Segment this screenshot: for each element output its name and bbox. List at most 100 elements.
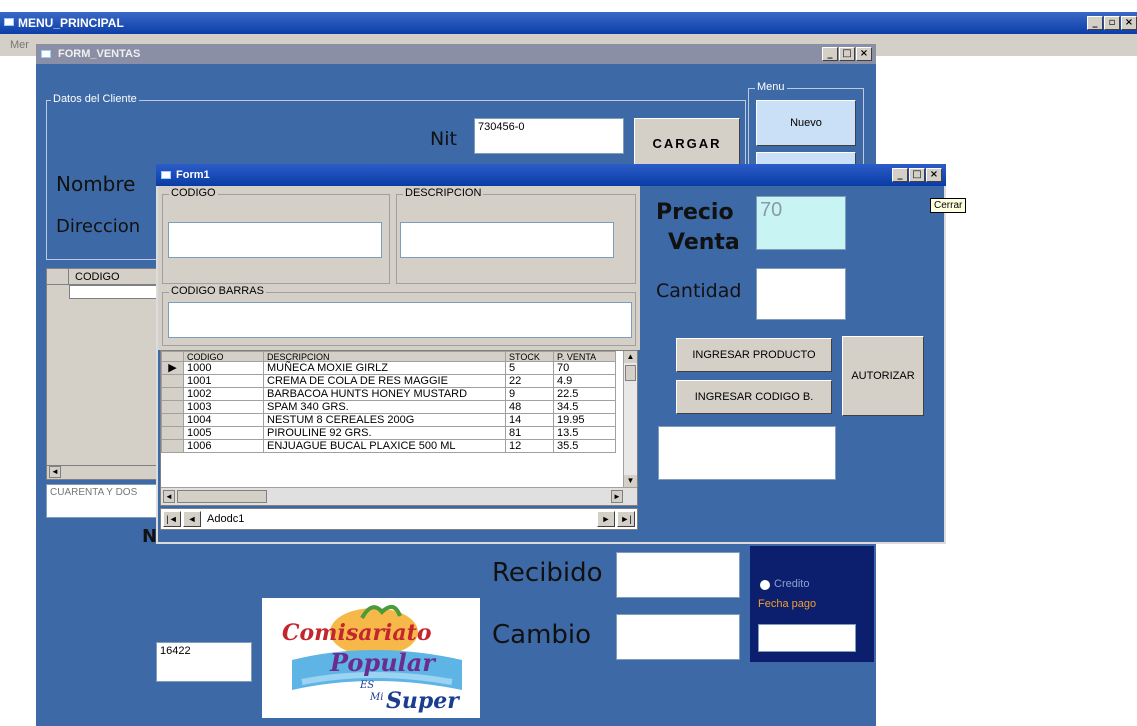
grid-cell[interactable]: 1005 [183,426,264,440]
grid-cell[interactable]: MUÑECA MOXIE GIRLZ [263,361,506,375]
h-scroll-thumb[interactable] [177,490,267,503]
scroll-up-icon[interactable]: ▲ [624,351,637,363]
row-selector[interactable] [161,439,184,453]
ingresar-producto-button[interactable]: INGRESAR PRODUCTO [676,338,832,372]
close-icon[interactable]: × [926,168,942,182]
codigo-barras-input[interactable] [168,302,632,338]
table-row[interactable]: ▶ 1000 MUÑECA MOXIE GIRLZ 5 70 [161,361,616,375]
precio-venta-input[interactable]: 70 [756,196,846,250]
row-selector[interactable] [161,400,184,414]
row-selector[interactable] [161,413,184,427]
grid-cell[interactable]: 48 [505,400,554,414]
grid-cell[interactable]: 22.5 [553,387,616,401]
form1-controls: _ □ × [892,168,942,182]
ingresar-codigo-button[interactable]: INGRESAR CODIGO B. [676,380,832,414]
grid-cell[interactable]: CREMA DE COLA DE RES MAGGIE [263,374,506,388]
menu-item[interactable]: Mer [10,39,29,51]
total-field[interactable]: 16422 [156,642,252,682]
table-row[interactable]: 1005 PIROULINE 92 GRS. 81 13.5 [161,426,616,440]
form1-title-bar[interactable]: Form1 _ □ × [156,164,946,186]
fecha-pago-input[interactable] [758,624,856,652]
productos-grid[interactable]: CODIGO DESCRIPCION STOCK P. VENTA ▶ 1000 M… [160,350,638,506]
first-record-icon[interactable]: |◄ [163,511,181,527]
credito-label[interactable]: Credito [774,578,809,590]
comisariato-logo: Comisariato Popular ES Mi Super [262,598,480,718]
grid-cell[interactable]: NESTUM 8 CEREALES 200G [263,413,506,427]
restore-icon[interactable]: ▫ [1104,16,1120,30]
current-row-indicator-icon[interactable]: ▶ [161,361,184,375]
grid-cell[interactable]: 34.5 [553,400,616,414]
grid-cell[interactable]: 1006 [183,439,264,453]
grid-cell[interactable]: 12 [505,439,554,453]
scroll-down-icon[interactable]: ▼ [624,475,637,487]
row-selector[interactable] [161,374,184,388]
close-icon[interactable]: × [856,47,872,61]
table-row[interactable]: 1003 SPAM 340 GRS. 48 34.5 [161,400,616,414]
recibido-input[interactable] [616,552,740,598]
grid-cell[interactable]: BARBACOA HUNTS HONEY MUSTARD [263,387,506,401]
minimize-icon[interactable]: _ [1087,16,1103,30]
form-ventas-title-bar[interactable]: FORM_VENTAS _ □ × [36,44,876,64]
maximize-icon[interactable]: □ [909,168,925,182]
grid-cell[interactable]: 4.9 [553,374,616,388]
cargar-button[interactable]: CARGAR [634,118,740,168]
table-row[interactable]: 1006 ENJUAGUE BUCAL PLAXICE 500 ML 12 35.5 [161,439,616,453]
last-record-icon[interactable]: ►| [617,511,635,527]
form1-icon [161,171,171,179]
scroll-left-icon[interactable]: ◄ [163,490,175,503]
grid-cell[interactable]: 1004 [183,413,264,427]
main-window-title: MENU_PRINCIPAL [18,16,124,30]
form-ventas-controls: _ □ × [822,47,872,61]
cantidad-letras-field[interactable]: CUARENTA Y DOS [46,484,158,518]
grid-cell[interactable]: 13.5 [553,426,616,440]
grid-cell[interactable]: 1003 [183,400,264,414]
nuevo-button[interactable]: Nuevo [756,100,856,146]
cantidad-input[interactable] [756,268,846,320]
detalle-h-scrollbar[interactable]: ◄ [47,465,159,479]
grid-cell[interactable]: 1001 [183,374,264,388]
grid-header-descripcion: DESCRIPCION [263,351,506,362]
descripcion-frame-label: DESCRIPCION [403,187,484,199]
grid-cell[interactable]: 70 [553,361,616,375]
grid-cell[interactable]: 1002 [183,387,264,401]
main-title-bar[interactable]: MENU_PRINCIPAL _ ▫ × [0,12,1137,34]
table-row[interactable]: 1004 NESTUM 8 CEREALES 200G 14 19.95 [161,413,616,427]
row-selector[interactable] [161,387,184,401]
maximize-icon[interactable]: □ [839,47,855,61]
grid-cell[interactable]: 81 [505,426,554,440]
grid-h-scrollbar[interactable]: ◄ ► [161,487,637,505]
row-selector[interactable] [161,426,184,440]
grid-cell[interactable]: 9 [505,387,554,401]
minimize-icon[interactable]: _ [822,47,838,61]
grid-v-scrollbar[interactable]: ▲ ▼ [623,351,637,487]
form-icon [41,50,51,58]
nit-input[interactable]: 730456-0 [474,118,624,154]
autorizar-button[interactable]: AUTORIZAR [842,336,924,416]
scroll-right-icon[interactable]: ► [611,490,623,503]
grid-cell[interactable]: 5 [505,361,554,375]
scroll-left-icon[interactable]: ◄ [49,466,61,478]
descripcion-input[interactable] [400,222,614,258]
table-row[interactable]: 1001 CREMA DE COLA DE RES MAGGIE 22 4.9 [161,374,616,388]
tooltip: Cerrar [930,198,967,213]
grid-cell[interactable]: 19.95 [553,413,616,427]
prev-record-icon[interactable]: ◄ [183,511,201,527]
scroll-thumb[interactable] [625,365,636,381]
grid-cell[interactable]: ENJUAGUE BUCAL PLAXICE 500 ML [263,439,506,453]
codigo-input[interactable] [168,222,382,258]
next-record-icon[interactable]: ► [597,511,615,527]
grid-cell[interactable]: 35.5 [553,439,616,453]
close-icon[interactable]: × [1121,16,1137,30]
grid-cell[interactable]: 1000 [183,361,264,375]
grid-cell[interactable]: PIROULINE 92 GRS. [263,426,506,440]
cambio-input[interactable] [616,614,740,660]
grid-cell[interactable]: 14 [505,413,554,427]
grid-cell[interactable]: SPAM 340 GRS. [263,400,506,414]
form1-notes-box[interactable] [658,426,836,480]
detalle-new-row[interactable] [69,285,159,299]
grid-cell[interactable]: 22 [505,374,554,388]
credito-radio-icon[interactable] [760,580,770,590]
detalle-grid[interactable]: CODIGO ◄ [46,268,159,480]
table-row[interactable]: 1002 BARBACOA HUNTS HONEY MUSTARD 9 22.5 [161,387,616,401]
minimize-icon[interactable]: _ [892,168,908,182]
